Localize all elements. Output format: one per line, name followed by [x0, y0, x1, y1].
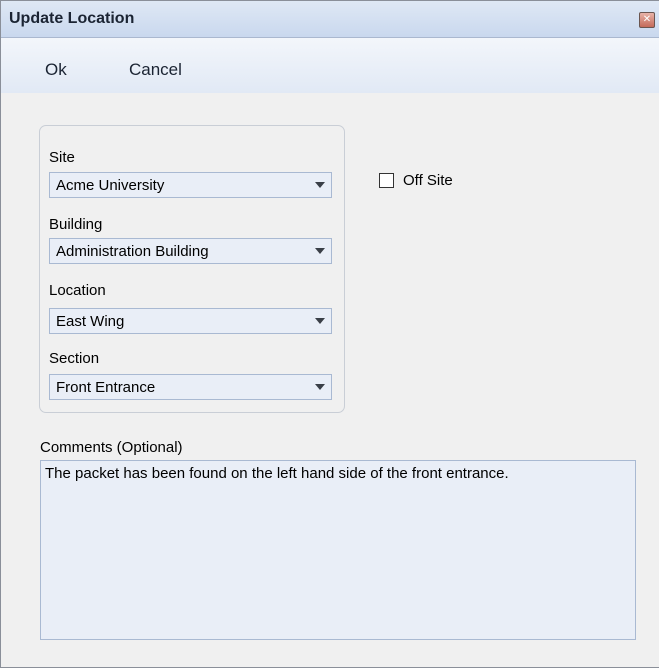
comments-textarea[interactable]: The packet has been found on the left ha…: [40, 460, 636, 640]
location-dropdown[interactable]: East Wing: [49, 308, 332, 334]
building-dropdown[interactable]: Administration Building: [49, 238, 332, 264]
section-label: Section: [49, 350, 100, 367]
ok-button[interactable]: Ok: [45, 60, 67, 80]
window-title: Update Location: [9, 10, 135, 27]
section-value: Front Entrance: [56, 379, 156, 396]
chevron-down-icon[interactable]: [315, 248, 325, 254]
chevron-down-icon[interactable]: [315, 182, 325, 188]
off-site-checkbox[interactable]: [379, 173, 394, 188]
site-value: Acme University: [56, 177, 165, 194]
location-label: Location: [49, 282, 106, 299]
off-site-label: Off Site: [403, 172, 453, 189]
toolbar: Ok Cancel: [1, 38, 659, 93]
cancel-button[interactable]: Cancel: [129, 60, 182, 80]
building-label: Building: [49, 216, 103, 233]
comments-label: Comments (Optional): [40, 439, 183, 456]
chevron-down-icon[interactable]: [315, 318, 325, 324]
chevron-down-icon[interactable]: [315, 384, 325, 390]
site-label: Site: [49, 149, 75, 166]
title-bar: Update Location ✕: [1, 1, 659, 38]
location-fields-group: Site Acme University Building Administra…: [39, 125, 345, 413]
section-dropdown[interactable]: Front Entrance: [49, 374, 332, 400]
site-dropdown[interactable]: Acme University: [49, 172, 332, 198]
update-location-dialog: Update Location ✕ Ok Cancel Site Acme Un…: [0, 0, 659, 668]
close-icon[interactable]: ✕: [639, 12, 655, 28]
location-value: East Wing: [56, 313, 125, 330]
building-value: Administration Building: [56, 243, 209, 260]
